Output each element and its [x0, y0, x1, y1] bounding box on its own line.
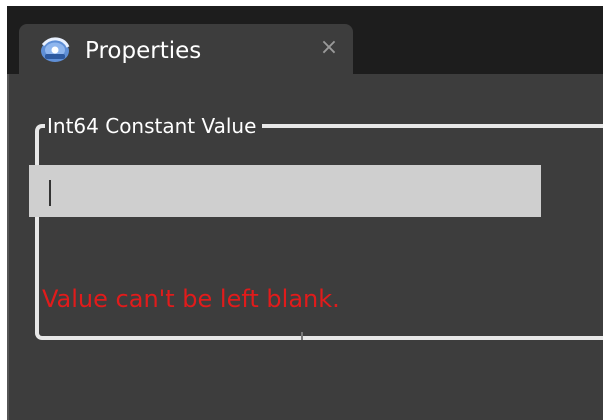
properties-panel: Int64 Constant Value Value can't be left…	[7, 74, 603, 420]
tab-title: Properties	[85, 38, 202, 64]
close-icon[interactable]: ×	[317, 33, 341, 63]
validation-error-message: Value can't be left blank.	[42, 285, 340, 313]
tab-bar: Properties ×	[7, 6, 603, 82]
int64-value-input[interactable]	[29, 165, 541, 217]
text-caret	[49, 180, 51, 206]
groupbox-legend: Int64 Constant Value	[45, 111, 263, 141]
groupbox-divider	[301, 332, 303, 340]
properties-gear-icon	[41, 37, 70, 62]
properties-window: Properties × Int64 Constant Value Value …	[0, 0, 603, 420]
